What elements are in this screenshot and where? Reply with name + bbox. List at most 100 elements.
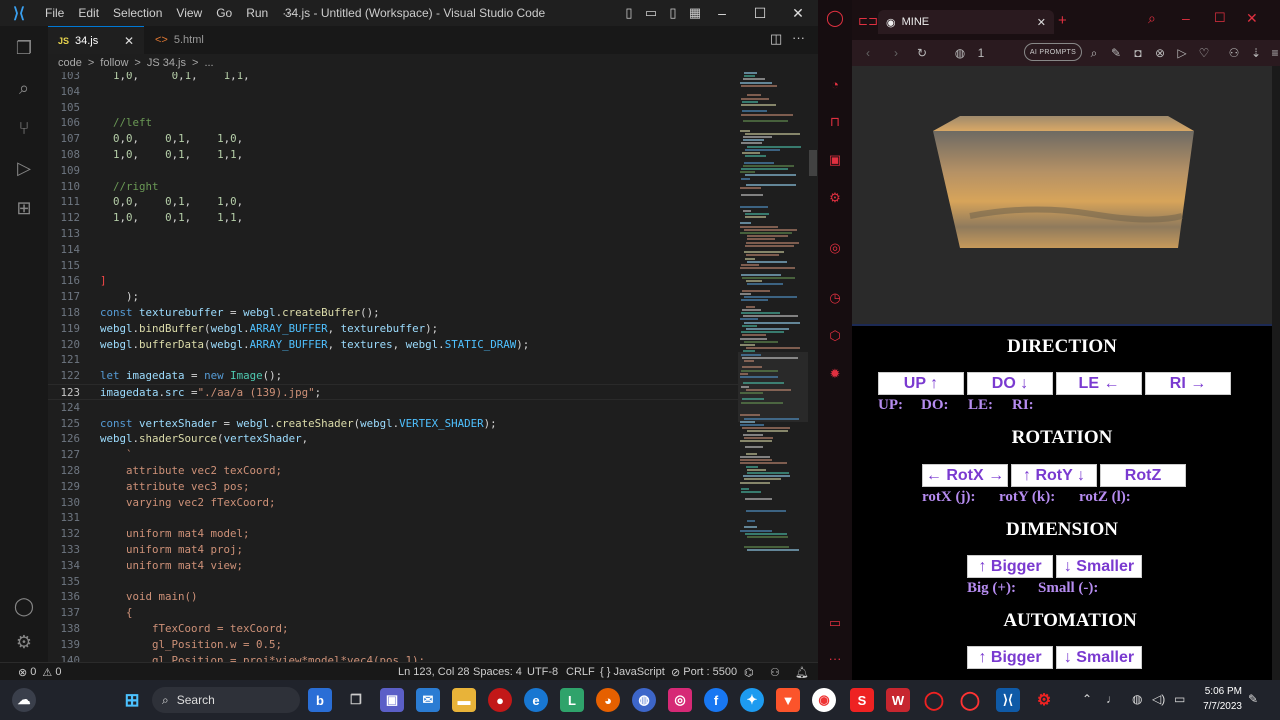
- reload-icon[interactable]: ↻: [914, 44, 930, 62]
- code-line[interactable]: 103 1,0, 0,1, 1,1,: [48, 72, 738, 84]
- indentation-status[interactable]: Spaces: 4: [473, 663, 522, 681]
- maximize-icon[interactable]: ☐: [741, 0, 779, 26]
- toggle-sidebar-icon[interactable]: ▯: [618, 0, 640, 26]
- minimize-icon[interactable]: –: [1182, 10, 1190, 26]
- twitch-icon[interactable]: ▣: [827, 152, 843, 168]
- down-button[interactable]: DO ↓: [967, 372, 1053, 395]
- new-tab-icon[interactable]: +: [1058, 12, 1067, 29]
- camera-icon[interactable]: ◘: [1130, 44, 1146, 62]
- code-line[interactable]: 118 const texturebuffer = webgl.createBuf…: [48, 305, 738, 321]
- code-editor[interactable]: 103 1,0, 0,1, 1,1, 104 105 106 //left 107 0,0, …: [48, 72, 738, 662]
- sidebar-more-icon[interactable]: ···: [827, 650, 843, 666]
- code-line[interactable]: 131: [48, 510, 738, 526]
- bigger-button[interactable]: ↑ Bigger: [967, 555, 1053, 578]
- cursor-position[interactable]: Ln 123, Col 28: [398, 663, 470, 681]
- app-s-icon[interactable]: S: [850, 688, 874, 712]
- package-icon[interactable]: ⬡: [827, 328, 843, 344]
- libreoffice-icon[interactable]: L: [560, 688, 584, 712]
- problems-status[interactable]: ⊗ 0 ⚠ 0: [18, 663, 61, 681]
- copilot-app-icon[interactable]: b: [308, 688, 332, 712]
- maximize-icon[interactable]: ☐: [1214, 10, 1226, 26]
- history-icon[interactable]: ◷: [827, 290, 843, 306]
- heart-icon[interactable]: ♡: [1196, 44, 1212, 62]
- accounts-icon[interactable]: ◯: [12, 594, 36, 618]
- editor-scrollbar[interactable]: [808, 72, 818, 662]
- code-line[interactable]: 106 //left: [48, 115, 738, 131]
- menu-selection[interactable]: Selection: [106, 6, 169, 20]
- code-line[interactable]: 117 );: [48, 289, 738, 305]
- scrollbar-thumb[interactable]: [809, 150, 817, 176]
- tab-34-js[interactable]: JS 34.js ✕: [48, 26, 144, 54]
- forward-icon[interactable]: ›: [888, 44, 904, 62]
- auto-smaller-button[interactable]: ↓ Smaller: [1056, 646, 1142, 669]
- opera-gx-icon[interactable]: ◯: [922, 688, 946, 712]
- code-line[interactable]: 105: [48, 100, 738, 116]
- close-tab-icon[interactable]: ✕: [1037, 16, 1046, 29]
- play-icon[interactable]: ▷: [1174, 44, 1190, 62]
- right-button[interactable]: RI →: [1145, 372, 1231, 395]
- chrome-icon[interactable]: ◉: [812, 688, 836, 712]
- language-mode[interactable]: { } JavaScript: [600, 663, 665, 681]
- code-line[interactable]: 119 webgl.bindBuffer(webgl.ARRAY_BUFFER, …: [48, 321, 738, 337]
- roty-button[interactable]: ↑ RotY ↓: [1011, 464, 1097, 487]
- code-line[interactable]: 114: [48, 242, 738, 258]
- minimap[interactable]: [738, 72, 808, 662]
- page-scrollbar[interactable]: [1272, 66, 1280, 680]
- code-line[interactable]: 139 gl_Position.w = 0.5;: [48, 637, 738, 653]
- settings-icon[interactable]: ✹: [827, 366, 843, 382]
- adblock-icon[interactable]: ⊗: [1152, 44, 1168, 62]
- accounts-status-icon[interactable]: ⚇: [770, 663, 780, 681]
- code-line[interactable]: 134 uniform mat4 view;: [48, 558, 738, 574]
- code-line[interactable]: 126 webgl.shaderSource(vertexShader,: [48, 431, 738, 447]
- close-tab-icon[interactable]: ✕: [124, 34, 134, 48]
- up-button[interactable]: UP ↑: [878, 372, 964, 395]
- notification-center-icon[interactable]: ✎: [1248, 692, 1258, 706]
- code-line[interactable]: 120 webgl.bufferData(webgl.ARRAY_BUFFER, …: [48, 337, 738, 353]
- start-button-icon[interactable]: ⊞: [120, 688, 144, 712]
- code-line[interactable]: 128 attribute vec2 texCoord;: [48, 463, 738, 479]
- live-server-port[interactable]: ⊘ Port : 5500: [671, 663, 737, 681]
- code-line[interactable]: 140 gl_Position = proj*view*model*vec4(po…: [48, 653, 738, 662]
- tab-mine[interactable]: ◉ MINE ✕: [878, 10, 1054, 34]
- code-line[interactable]: 104: [48, 84, 738, 100]
- network-globe-icon[interactable]: ◍: [1132, 692, 1142, 706]
- eol-status[interactable]: CRLF: [566, 663, 595, 681]
- code-line[interactable]: 136 void main(): [48, 589, 738, 605]
- encoding-status[interactable]: UTF-8: [527, 663, 558, 681]
- mail-icon[interactable]: ✉: [416, 688, 440, 712]
- opera-logo-icon[interactable]: ◯: [826, 10, 844, 27]
- extensions-icon[interactable]: ◎: [827, 240, 843, 256]
- webgl-canvas[interactable]: [852, 66, 1272, 324]
- close-window-icon[interactable]: ✕: [779, 0, 817, 26]
- code-line[interactable]: 125 const vertexShader = webgl.createShad…: [48, 416, 738, 432]
- smaller-button[interactable]: ↓ Smaller: [1056, 555, 1142, 578]
- show-hidden-icons[interactable]: ⌃: [1082, 692, 1092, 706]
- rotx-button[interactable]: ← RotX →: [922, 464, 1008, 487]
- opera-icon[interactable]: ◯: [958, 688, 982, 712]
- edge-icon[interactable]: e: [524, 688, 548, 712]
- code-line[interactable]: 138 fTexCoord = texCoord;: [48, 621, 738, 637]
- volume-icon[interactable]: ◁): [1152, 692, 1165, 706]
- extensions-icon[interactable]: ⊞: [12, 196, 36, 220]
- code-line[interactable]: 111 0,0, 0,1, 1,0,: [48, 194, 738, 210]
- taskbar-search[interactable]: ⌕ Search: [152, 687, 300, 713]
- code-line[interactable]: 116]: [48, 273, 738, 289]
- teams-icon[interactable]: ▣: [380, 688, 404, 712]
- facebook-icon[interactable]: f: [704, 688, 728, 712]
- microphone-icon[interactable]: ♩: [1106, 692, 1118, 706]
- code-line[interactable]: 107 0,0, 0,1, 1,0,: [48, 131, 738, 147]
- search-icon[interactable]: ⌕: [12, 76, 36, 100]
- brave-icon[interactable]: ▼: [776, 688, 800, 712]
- search-icon[interactable]: ⌕: [1086, 44, 1102, 62]
- menu-run[interactable]: Run: [239, 6, 275, 20]
- account-icon[interactable]: ⚇: [1226, 44, 1242, 62]
- notifications-icon[interactable]: 🔔︎: [795, 663, 809, 681]
- instagram-icon[interactable]: ◎: [668, 688, 692, 712]
- twitter-icon[interactable]: ✦: [740, 688, 764, 712]
- word-icon[interactable]: W: [886, 688, 910, 712]
- code-line[interactable]: 127 `: [48, 447, 738, 463]
- signal-icon[interactable]: ◍: [632, 688, 656, 712]
- code-line[interactable]: 112 1,0, 0,1, 1,1,: [48, 210, 738, 226]
- toggle-secondary-sidebar-icon[interactable]: ▯: [662, 0, 684, 26]
- menu-file[interactable]: File: [38, 6, 71, 20]
